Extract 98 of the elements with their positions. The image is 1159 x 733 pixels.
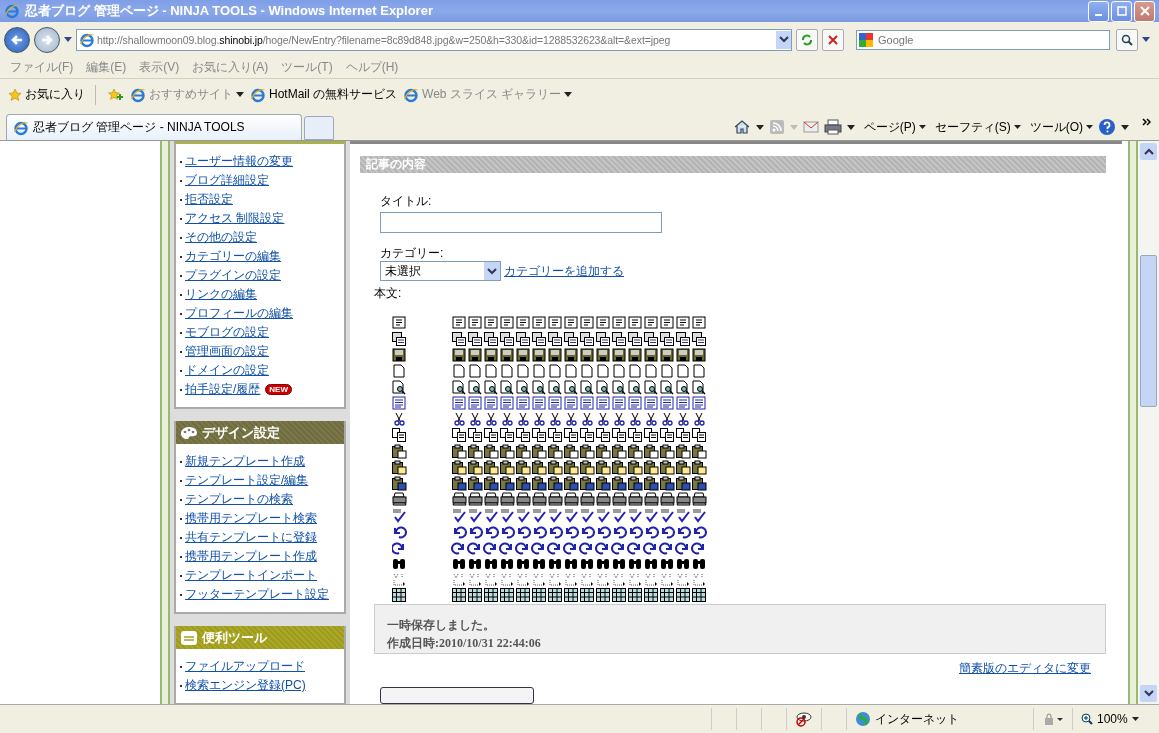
command-menu[interactable]: セーフティ(S) [934,118,1021,136]
minimize-icon [1095,14,1102,16]
browser-tab[interactable]: 忍者ブログ 管理ページ - NINJA TOOLS [6,114,302,140]
help-icon[interactable] [1098,118,1116,136]
window-title: 忍者ブログ 管理ページ - NINJA TOOLS - Windows Internet Explorer [25,2,434,20]
privacy-eye-icon[interactable] [795,711,813,727]
history-caret-icon[interactable] [64,37,72,42]
sidebar-link[interactable]: 携帯用テンプレート検索 [185,510,317,527]
mail-icon[interactable] [802,120,819,134]
sidebar-link[interactable]: アクセス 制限設定 [185,210,285,227]
scroll-thumb[interactable] [1140,255,1157,407]
palette-icon [180,424,198,441]
sidebar-link[interactable]: カテゴリーの編集 [185,248,281,265]
zoom-icon [1081,713,1093,725]
sidebar-link[interactable]: 検索エンジン登録(PC) [185,677,306,694]
new-badge: NEW [265,384,292,395]
search-options-caret-icon[interactable] [1142,37,1150,42]
sidebar-link[interactable]: モブログの設定 [185,324,269,341]
globe-icon [855,711,871,727]
section-title: 便利ツール [202,628,267,647]
sidebar-link[interactable]: ブログ詳細設定 [185,172,269,189]
page-icon [130,86,146,103]
editor-switch-link[interactable]: 簡素版のエディタに変更 [959,660,1091,678]
caret-icon [1013,125,1021,129]
sidebar-link[interactable]: リンクの編集 [185,286,257,303]
command-menu[interactable]: ツール(O) [1029,118,1093,136]
field-label: カテゴリー: [380,245,445,261]
caret-icon [1131,717,1139,721]
sidebar-link[interactable]: 共有テンプレートに登録 [185,529,317,546]
sidebar-link[interactable]: プラグインの設定 [185,267,281,284]
chevron-icon[interactable] [1142,118,1151,126]
sidebar-link[interactable]: ファイルアップロード [185,658,305,675]
close-button[interactable] [1134,0,1155,22]
field-label: タイトル: [380,193,433,209]
search-icon [1121,33,1133,46]
sidebar-link[interactable]: プロフィールの編集 [185,305,293,322]
section-title: デザイン設定 [202,423,280,442]
minimize-button[interactable] [1088,0,1109,22]
favorites-button[interactable]: お気に入り [8,86,85,103]
star-icon [8,87,22,102]
title-input[interactable] [380,212,662,233]
section-header: 記事の内容 [360,156,1106,173]
favorites-link[interactable]: HotMail の無料サービス [250,86,397,103]
notice-text: 一時保存しました。 [387,617,496,634]
lock-icon[interactable] [1042,712,1064,726]
sidebar-link[interactable]: フッターテンプレート設定 [185,586,329,603]
category-select[interactable]: 未選択 [380,261,501,281]
caret-icon [1086,125,1093,129]
caret-icon[interactable] [1121,124,1129,130]
sidebar-link[interactable]: ドメインの設定 [185,362,269,379]
zoom-control[interactable]: 100% [1072,708,1159,730]
stop-button[interactable] [822,28,844,51]
maximize-button[interactable] [1111,0,1132,22]
sidebar-link[interactable]: 新規テンプレート作成 [185,453,305,470]
page-icon [79,31,95,48]
add-category-link[interactable]: カテゴリーを追加する [504,262,624,280]
caret-icon[interactable] [846,124,855,130]
add-favorite-icon[interactable] [106,86,124,103]
home-icon[interactable] [732,119,751,135]
command-menu[interactable]: ページ(P) [863,118,926,136]
tray-icon [180,629,198,646]
ie-logo-icon [4,3,20,19]
address-field[interactable]: http://shallowmoon09.blog.shinobi.jp/hoge/NewEntry?filename=8c89d848.jpg&w=250&h=330&id=1288532623&alt=&ext=jpeg [76,28,792,51]
vertical-scrollbar[interactable] [1138,141,1159,704]
caret-icon[interactable] [755,124,764,130]
arrow-left-icon [10,33,24,46]
page-icon [403,86,419,103]
dropdown-caret-icon[interactable] [778,36,789,43]
arrow-right-icon [40,33,54,46]
search-button[interactable] [1116,28,1138,51]
sidebar-link[interactable]: テンプレートの検索 [185,491,293,508]
close-icon [1139,6,1150,16]
sidebar-link[interactable]: 携帯用テンプレート作成 [185,548,317,565]
notice-text: 作成日時:2010/10/31 22:44:06 [387,635,542,652]
sidebar-link[interactable]: 拒否設定 [185,191,233,208]
refresh-arrows-icon [800,32,814,47]
sidebar-link[interactable]: 管理画面の設定 [185,343,269,360]
sidebar-link[interactable]: ユーザー情報の変更 [185,153,293,170]
scroll-up-icon[interactable] [1143,148,1154,155]
sidebar-link[interactable]: テンプレート設定/編集 [185,472,309,489]
printer-icon[interactable] [823,119,842,135]
refresh-button[interactable] [796,28,818,51]
close-icon [827,33,839,46]
scroll-down-icon[interactable] [1143,690,1154,697]
caret-icon [918,125,926,129]
upload-button[interactable] [380,687,534,704]
page-icon [13,119,29,136]
forward-button[interactable] [34,26,60,53]
sidebar-link[interactable]: 拍手設定/履歴 [185,381,261,398]
field-label: 本文: [374,285,403,301]
security-zone: インターネット [875,710,959,728]
back-button[interactable] [4,26,30,53]
maximize-icon [1116,6,1127,16]
search-field[interactable]: Google [856,29,1110,50]
sidebar-link[interactable]: その他の設定 [185,229,257,246]
dropdown-caret-icon [487,267,497,275]
sidebar-link[interactable]: テンプレートインポート [185,567,317,584]
page-icon [250,86,266,103]
